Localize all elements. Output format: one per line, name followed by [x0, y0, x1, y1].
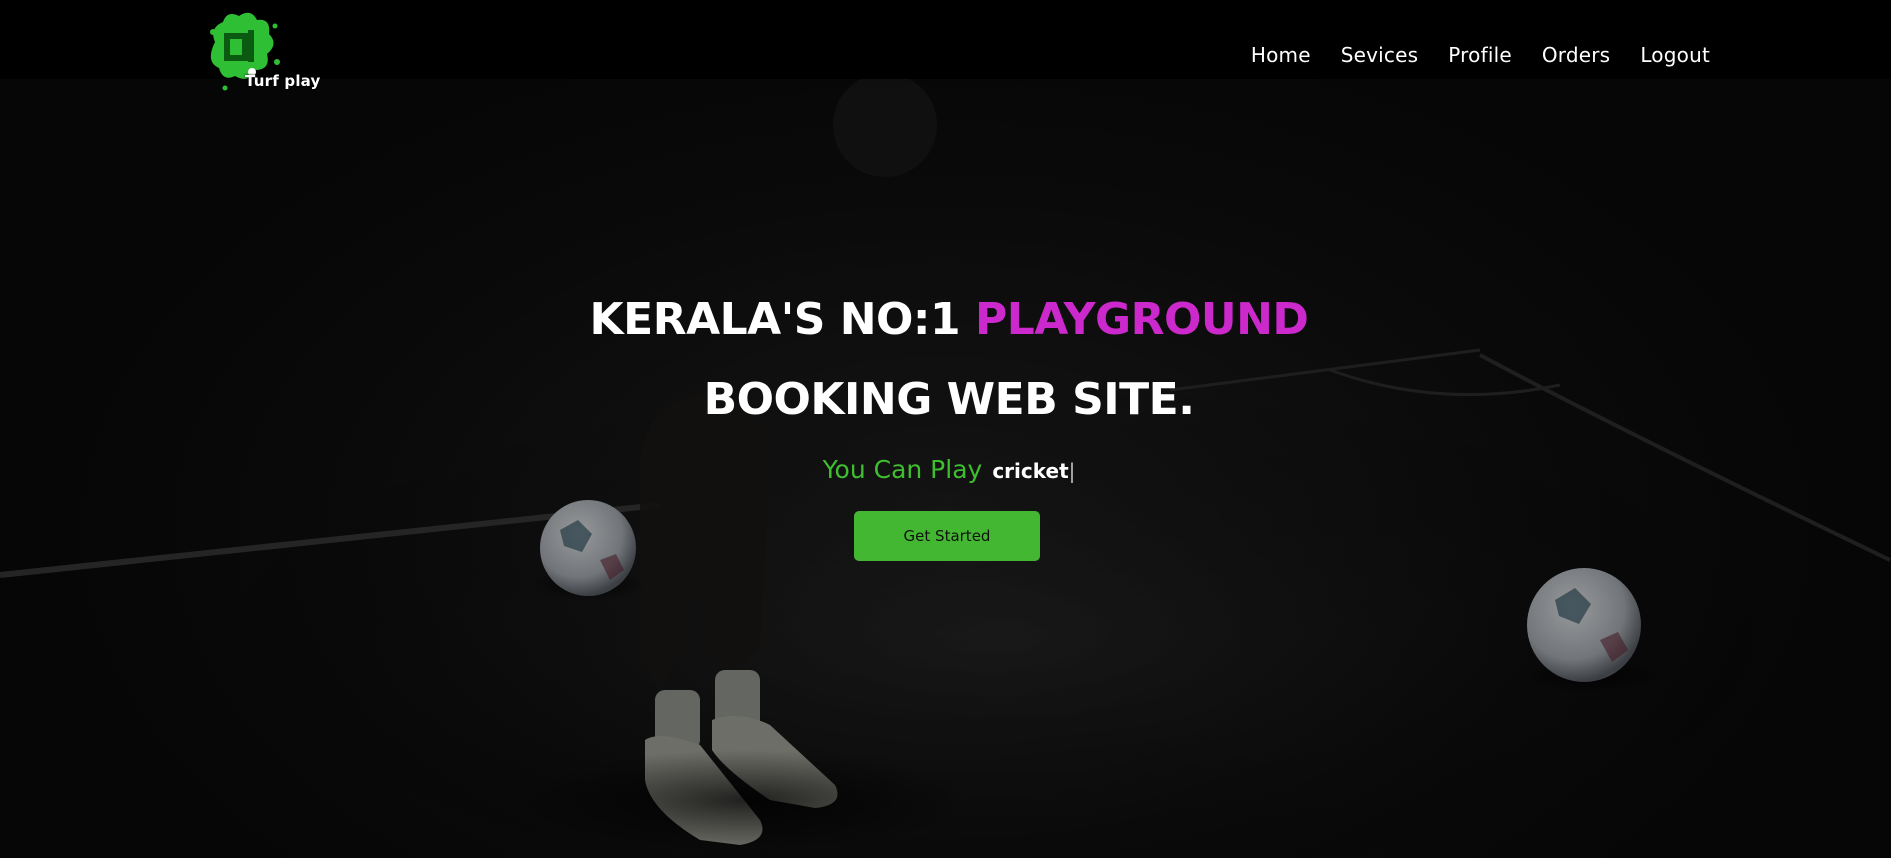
headline-line1: KERALA'S NO:1 PLAYGROUND: [590, 294, 1309, 345]
landing-page: Turf play Home Sevices Profile Orders Lo…: [0, 0, 1891, 858]
headline-line1-text: KERALA'S NO:1: [589, 294, 975, 345]
get-started-button[interactable]: Get Started: [854, 511, 1040, 561]
main-nav: Home Sevices Profile Orders Logout: [1251, 43, 1710, 67]
nav-profile[interactable]: Profile: [1448, 43, 1512, 67]
nav-home[interactable]: Home: [1251, 43, 1311, 67]
nav-logout[interactable]: Logout: [1640, 43, 1710, 67]
nav-orders[interactable]: Orders: [1542, 43, 1610, 67]
hero-tagline: You Can Play cricket|: [0, 452, 1891, 489]
nav-services[interactable]: Sevices: [1341, 43, 1419, 67]
typing-caret: |: [1068, 459, 1076, 483]
logo-text: Turf play: [245, 72, 321, 90]
headline-accent: PLAYGROUND: [974, 294, 1309, 345]
site-logo[interactable]: Turf play: [205, 8, 320, 96]
hero-section: KERALA'S NO:1 PLAYGROUND BOOKING WEB SIT…: [0, 280, 1891, 561]
hero-headline: KERALA'S NO:1 PLAYGROUND BOOKING WEB SIT…: [0, 280, 1891, 440]
tagline-typed-word: cricket: [992, 459, 1069, 483]
tagline-lead: You Can Play: [822, 455, 983, 484]
headline-line2: BOOKING WEB SITE.: [703, 374, 1195, 425]
